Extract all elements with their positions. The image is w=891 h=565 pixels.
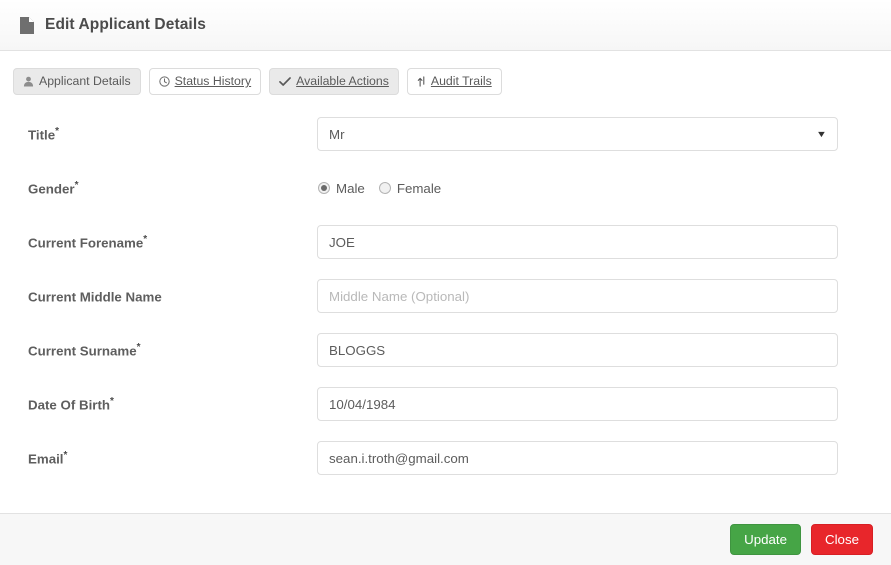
modal-header: Edit Applicant Details bbox=[0, 0, 891, 51]
chevron-down-icon: ▼ bbox=[815, 128, 828, 139]
tab-audit-trails-label: Audit Trails bbox=[430, 74, 492, 89]
email-input[interactable]: sean.i.troth@gmail.com bbox=[317, 441, 838, 475]
control-middle-name: Middle Name (Optional) bbox=[317, 279, 867, 313]
applicant-details-form: Title* Mr ▼ Gender* Male Female Current … bbox=[0, 95, 891, 486]
label-middle-name-text: Current Middle Name bbox=[28, 289, 162, 305]
radio-gender-male[interactable]: Male bbox=[318, 181, 365, 196]
label-forename: Current Forename* bbox=[28, 234, 317, 250]
required-marker: * bbox=[74, 179, 79, 191]
radio-female-label: Female bbox=[396, 180, 442, 196]
label-title: Title* bbox=[28, 126, 317, 142]
required-marker: * bbox=[143, 233, 148, 245]
form-row-title: Title* Mr ▼ bbox=[0, 107, 891, 161]
sort-arrows-icon bbox=[417, 76, 426, 87]
tab-available-actions[interactable]: Available Actions bbox=[269, 68, 399, 95]
form-row-gender: Gender* Male Female bbox=[0, 161, 891, 215]
middle-name-input[interactable]: Middle Name (Optional) bbox=[317, 279, 838, 313]
required-marker: * bbox=[136, 341, 141, 353]
modal-footer: Update Close bbox=[0, 513, 891, 565]
label-email: Email* bbox=[28, 450, 317, 466]
label-gender: Gender* bbox=[28, 180, 317, 196]
close-button[interactable]: Close bbox=[811, 524, 873, 555]
user-icon bbox=[23, 76, 34, 87]
file-document-icon bbox=[20, 16, 34, 34]
title-select-value: Mr bbox=[329, 126, 345, 142]
required-marker: * bbox=[63, 449, 68, 461]
dob-input[interactable]: 10/04/1984 bbox=[317, 387, 838, 421]
label-gender-text: Gender bbox=[28, 181, 75, 197]
form-row-forename: Current Forename* JOE bbox=[0, 215, 891, 269]
control-dob: 10/04/1984 bbox=[317, 387, 867, 421]
required-marker: * bbox=[55, 125, 59, 137]
forename-input[interactable]: JOE bbox=[317, 225, 838, 259]
clock-icon bbox=[158, 76, 170, 87]
update-button[interactable]: Update bbox=[730, 524, 801, 555]
tab-audit-trails[interactable]: Audit Trails bbox=[406, 68, 502, 95]
control-surname: BLOGGS bbox=[317, 333, 867, 367]
required-marker: * bbox=[110, 395, 114, 407]
form-row-middle-name: Current Middle Name Middle Name (Optiona… bbox=[0, 269, 891, 323]
form-row-dob: Date Of Birth* 10/04/1984 bbox=[0, 377, 891, 431]
control-forename: JOE bbox=[317, 225, 867, 259]
tab-applicant-details-label: Applicant Details bbox=[39, 74, 131, 89]
label-forename-text: Current Forename bbox=[28, 235, 144, 251]
form-row-surname: Current Surname* BLOGGS bbox=[0, 323, 891, 377]
control-email: sean.i.troth@gmail.com bbox=[317, 441, 867, 475]
tab-status-history[interactable]: Status History bbox=[148, 68, 262, 95]
tab-status-history-label: Status History bbox=[174, 74, 252, 89]
label-title-text: Title bbox=[28, 127, 56, 143]
radio-female-indicator[interactable] bbox=[378, 182, 391, 194]
label-surname: Current Surname* bbox=[28, 342, 317, 358]
label-email-text: Email bbox=[28, 451, 64, 467]
label-surname-text: Current Surname bbox=[28, 343, 137, 359]
tab-applicant-details[interactable]: Applicant Details bbox=[13, 68, 141, 95]
label-middle-name: Current Middle Name bbox=[28, 288, 317, 304]
radio-male-indicator[interactable] bbox=[318, 182, 330, 194]
page-title: Edit Applicant Details bbox=[45, 16, 206, 33]
label-dob: Date Of Birth* bbox=[28, 396, 317, 412]
check-icon bbox=[279, 76, 292, 87]
control-gender: Male Female bbox=[317, 181, 867, 196]
form-row-email: Email* sean.i.troth@gmail.com bbox=[0, 431, 891, 485]
control-title: Mr ▼ bbox=[317, 117, 867, 151]
label-dob-text: Date Of Birth bbox=[28, 397, 111, 413]
radio-male-label: Male bbox=[336, 180, 365, 196]
radio-gender-female[interactable]: Female bbox=[378, 180, 442, 196]
title-select[interactable]: Mr ▼ bbox=[317, 117, 838, 151]
tab-available-actions-label: Available Actions bbox=[296, 74, 389, 89]
surname-input[interactable]: BLOGGS bbox=[317, 333, 838, 367]
gender-radio-group: Male Female bbox=[317, 181, 441, 196]
tab-bar: Applicant Details Status History Availab… bbox=[0, 51, 891, 95]
